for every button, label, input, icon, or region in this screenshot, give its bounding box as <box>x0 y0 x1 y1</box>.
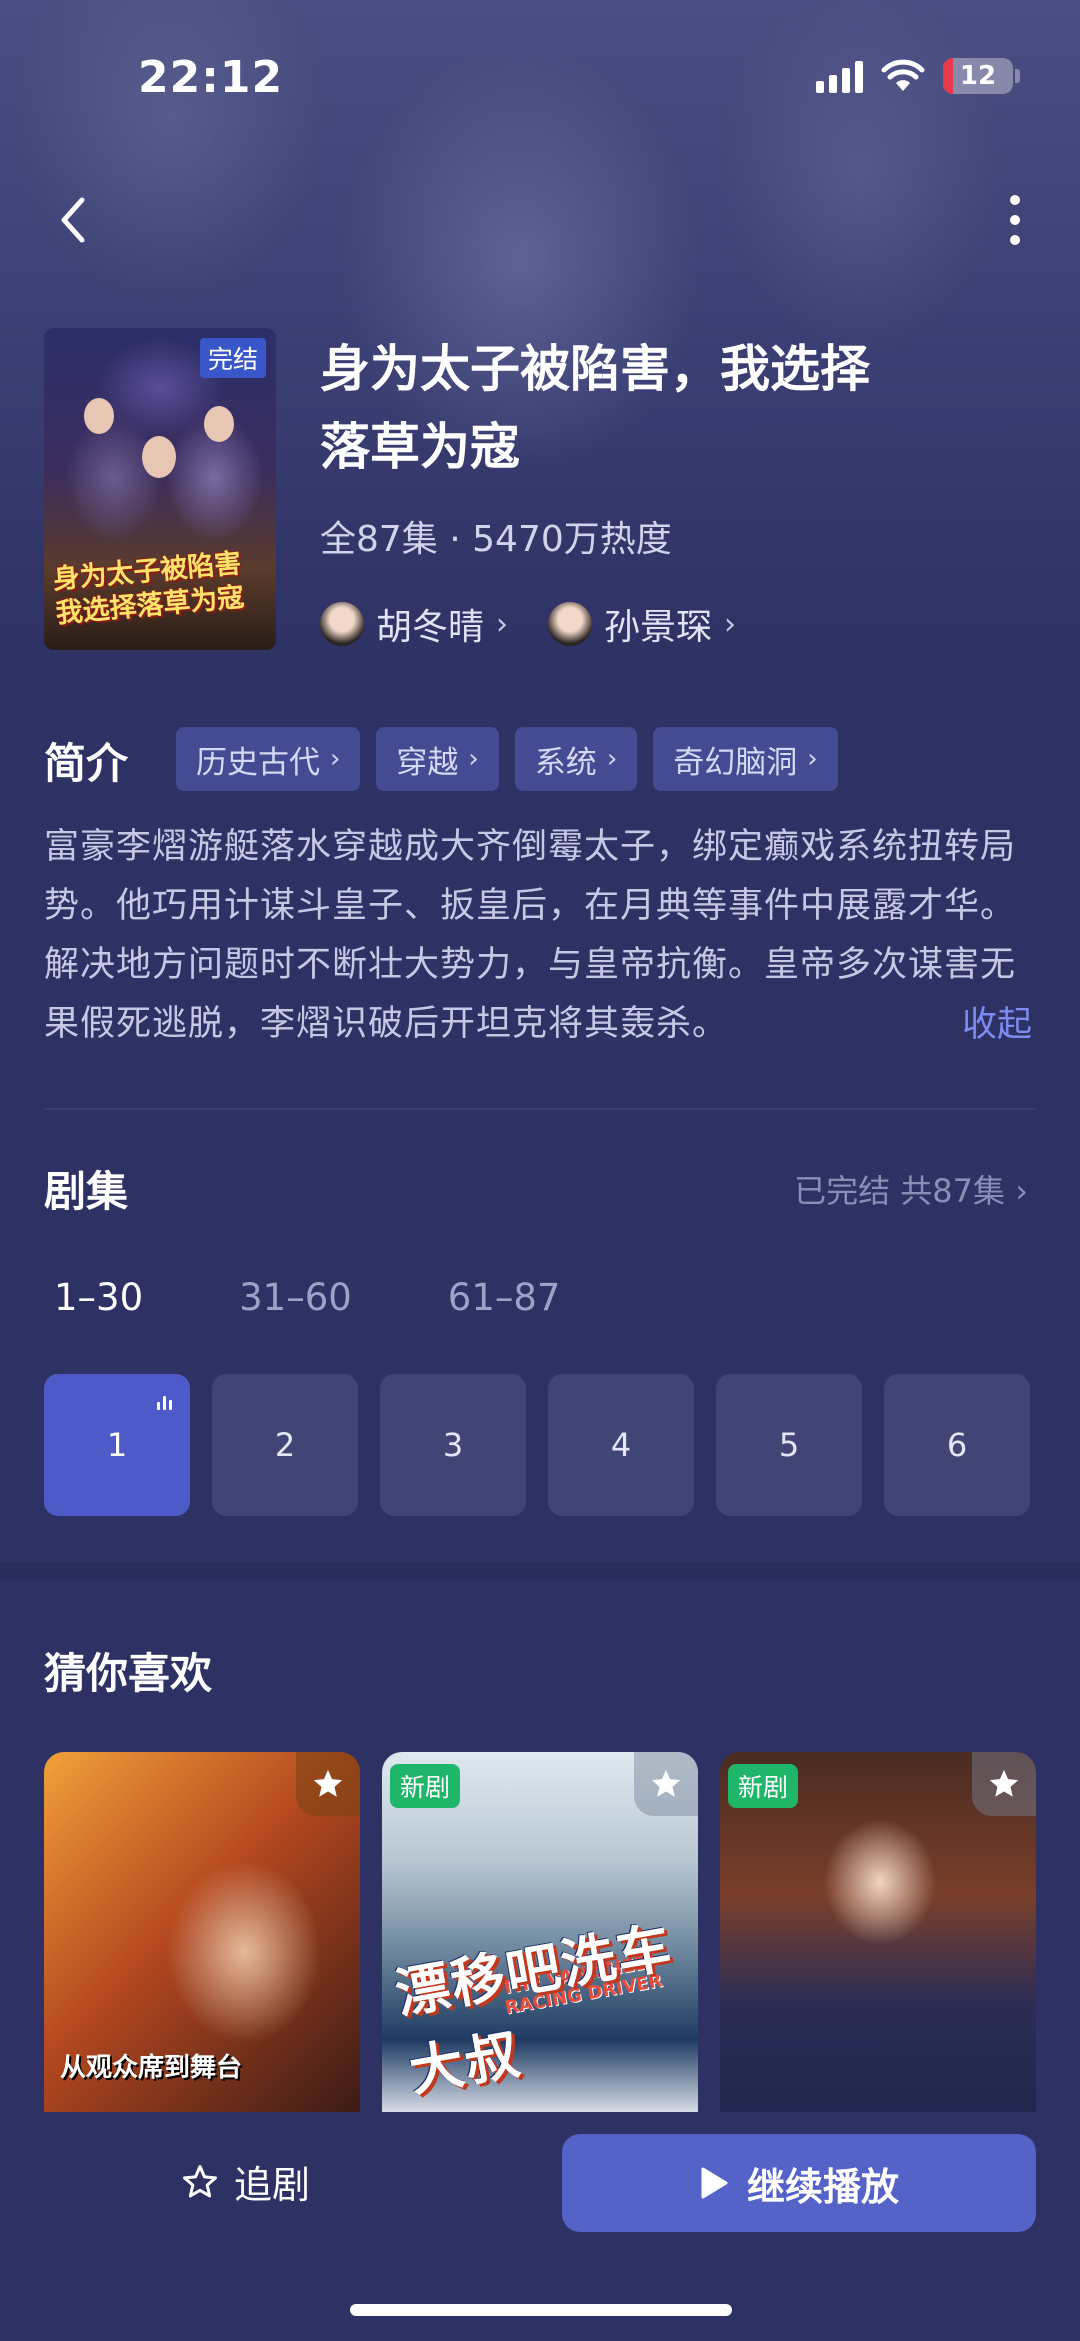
episode-grid: 1 2 3 4 5 6 <box>44 1374 1030 1516</box>
episode-number: 1 <box>106 1426 128 1464</box>
completed-badge: 完结 <box>199 338 266 378</box>
home-indicator[interactable] <box>350 2304 732 2316</box>
episodes-heading: 剧集 <box>44 1167 129 1216</box>
section-separator <box>0 1562 1080 1580</box>
new-badge: 新剧 <box>728 1764 799 1808</box>
recommend-card[interactable]: 从观众席到舞台 <box>44 1752 360 2112</box>
dot <box>1010 215 1020 225</box>
avatar <box>320 602 364 646</box>
drama-meta: 全87集 · 5470万热度 <box>320 519 672 560</box>
continue-play-button[interactable]: 继续播放 <box>562 2134 1036 2232</box>
follow-button[interactable]: 追剧 <box>180 2154 310 2209</box>
chevron-right-icon: › <box>1015 1172 1028 1210</box>
new-badge: 新剧 <box>390 1764 461 1808</box>
episodes-summary[interactable]: 已完结 共87集 › <box>794 1166 1028 1212</box>
recommend-heading: 猜你喜欢 <box>44 1649 213 1698</box>
favorite-button[interactable] <box>972 1752 1036 1816</box>
drama-title-line: 身为太子被陷害，我选择 <box>320 340 870 398</box>
episode-number: 2 <box>274 1426 296 1464</box>
dot <box>1010 195 1020 205</box>
chevron-right-icon: › <box>496 606 509 642</box>
chevron-left-icon <box>61 197 85 243</box>
synopsis-text: 富豪李熠游艇落水穿越成大齐倒霉太子，绑定癫戏系统扭转局势。他巧用计谋斗皇子、扳皇… <box>44 827 1017 1044</box>
favorite-button[interactable] <box>634 1752 698 1816</box>
avatar <box>548 602 593 646</box>
range-tab[interactable]: 1–30 <box>54 1276 143 1319</box>
poster-figure <box>142 436 176 478</box>
status-time: 22:12 <box>138 52 284 103</box>
tag-label: 穿越 <box>396 744 459 781</box>
genre-tag[interactable]: 奇幻脑洞 › <box>653 727 838 791</box>
chevron-right-icon: › <box>724 606 737 642</box>
tag-label: 奇幻脑洞 <box>673 744 798 781</box>
episode-button[interactable]: 6 <box>884 1374 1030 1516</box>
range-tab[interactable]: 31–60 <box>239 1276 352 1319</box>
actor-list: 胡冬晴 › 孙景琛 › <box>320 598 736 650</box>
star-icon <box>989 1769 1019 1797</box>
chevron-right-icon: › <box>330 744 341 774</box>
follow-label: 追剧 <box>234 2163 311 2207</box>
more-options-button[interactable] <box>990 190 1040 250</box>
actor-name: 孙景琛 <box>604 607 713 648</box>
cellular-signal-icon <box>816 59 863 93</box>
episode-number: 6 <box>946 1426 968 1464</box>
chevron-right-icon: › <box>807 744 818 774</box>
poster-title: 身为太子被陷害 我选择落草为寇 <box>51 545 272 632</box>
drama-title: 身为太子被陷害，我选择 落草为寇 <box>320 330 1000 486</box>
intro-heading: 简介 <box>44 739 129 788</box>
episode-number: 3 <box>442 1426 464 1464</box>
now-playing-icon <box>157 1396 172 1410</box>
episode-number: 5 <box>778 1426 800 1464</box>
drama-title-line: 落草为寇 <box>320 418 520 476</box>
play-label: 继续播放 <box>746 2164 899 2209</box>
dot <box>1010 235 1020 245</box>
status-icons: 12 <box>816 58 1020 94</box>
episode-button[interactable]: 5 <box>716 1374 862 1516</box>
genre-tag[interactable]: 穿越 › <box>376 727 499 791</box>
episode-number: 4 <box>610 1426 632 1464</box>
tag-label: 历史古代 <box>196 744 320 781</box>
star-icon <box>651 1769 681 1797</box>
star-icon <box>313 1769 343 1797</box>
battery-tip <box>1015 69 1020 83</box>
back-button[interactable] <box>50 190 100 250</box>
favorite-button[interactable] <box>296 1752 360 1816</box>
genre-tags: 历史古代 › 穿越 › 系统 › 奇幻脑洞 › <box>176 727 838 791</box>
star-outline-icon <box>183 2164 217 2197</box>
episode-range-tabs: 1–30 31–60 61–87 <box>54 1276 560 1319</box>
genre-tag[interactable]: 历史古代 › <box>176 727 361 791</box>
episode-button[interactable]: 4 <box>548 1374 694 1516</box>
episode-button[interactable]: 2 <box>212 1374 358 1516</box>
recommend-title: 漂移吧洗车大叔 <box>390 1914 678 2104</box>
chevron-right-icon: › <box>606 744 618 774</box>
poster-figure <box>84 398 114 434</box>
episode-button[interactable]: 1 <box>44 1374 190 1516</box>
actor-name: 胡冬晴 <box>376 607 485 648</box>
battery-icon: 12 <box>943 58 1013 94</box>
divider <box>44 1108 1036 1110</box>
recommend-card[interactable]: 新剧 THE VANISHED RACING DRIVER 漂移吧洗车大叔 <box>382 1752 698 2112</box>
play-icon <box>701 2167 728 2199</box>
episode-button[interactable]: 3 <box>380 1374 526 1516</box>
genre-tag[interactable]: 系统 › <box>514 727 638 791</box>
drama-poster[interactable]: 完结 身为太子被陷害 我选择落草为寇 <box>44 328 276 650</box>
recommend-card[interactable]: 新剧 <box>720 1752 1036 2112</box>
episodes-summary-label: 已完结 共87集 <box>794 1172 1006 1210</box>
collapse-link[interactable]: 收起 <box>962 996 1032 1047</box>
range-tab[interactable]: 61–87 <box>448 1276 561 1319</box>
tag-label: 系统 <box>534 744 597 781</box>
recommend-caption: 从观众席到舞台 <box>60 2053 243 2083</box>
wifi-icon <box>881 59 925 91</box>
actor-link[interactable]: 孙景琛 › <box>548 598 736 650</box>
recommend-list: 从观众席到舞台 新剧 THE VANISHED RACING DRIVER 漂移… <box>44 1752 1036 2112</box>
chevron-right-icon: › <box>468 744 479 774</box>
actor-link[interactable]: 胡冬晴 › <box>320 598 508 650</box>
poster-figure <box>204 406 234 442</box>
